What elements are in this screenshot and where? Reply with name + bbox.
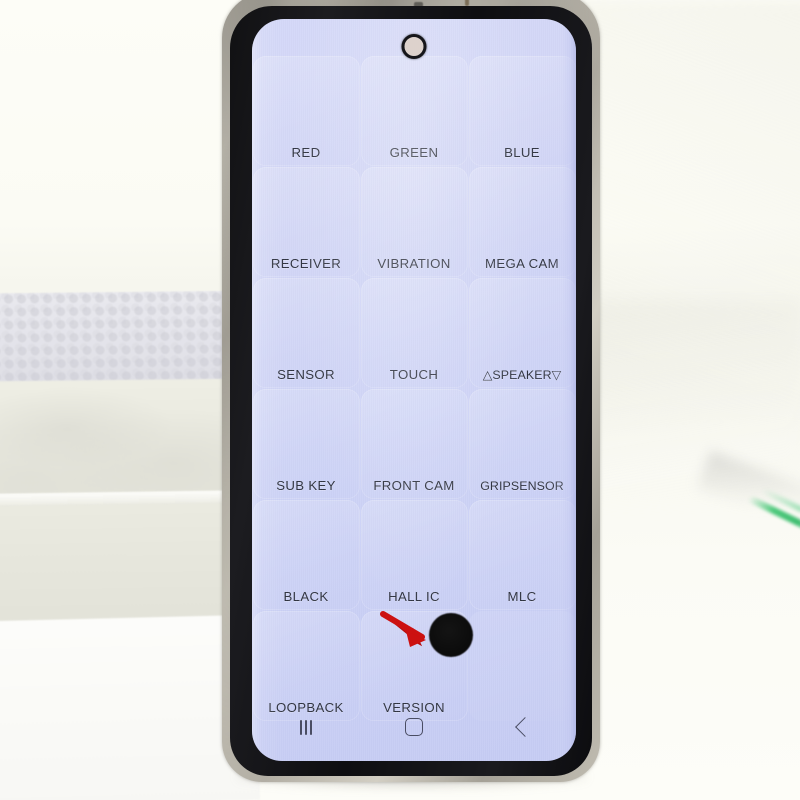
annotation-arrow-icon <box>380 611 426 647</box>
test-button-blue[interactable]: BLUE <box>468 55 576 166</box>
recents-icon <box>299 719 313 735</box>
test-button-vibration[interactable]: VIBRATION <box>360 166 468 277</box>
test-button-loopback[interactable]: LOOPBACK <box>252 610 360 721</box>
back-chevron-icon <box>514 717 535 737</box>
test-button-sub-key[interactable]: SUB KEY <box>252 388 360 499</box>
test-button-label: SENSOR <box>277 366 335 382</box>
test-button-empty <box>468 610 576 721</box>
test-button-label: TOUCH <box>389 366 439 382</box>
test-button-touch[interactable]: TOUCH <box>360 277 468 388</box>
test-button-green[interactable]: GREEN <box>360 55 468 166</box>
test-button-black[interactable]: BLACK <box>252 499 360 610</box>
test-button-red[interactable]: RED <box>252 55 360 166</box>
test-button-label: RECEIVER <box>270 255 342 271</box>
test-button-label: MEGA CAM <box>485 255 559 271</box>
styrofoam-block-top <box>0 290 251 390</box>
screenshot-scene: RED GREEN BLUE RECEIVER VIBRATION MEGA C… <box>0 0 800 800</box>
smartphone-device: RED GREEN BLUE RECEIVER VIBRATION MEGA C… <box>222 0 600 782</box>
styrofoam-block-lower <box>0 502 255 628</box>
home-icon <box>405 718 423 736</box>
nav-back-button[interactable] <box>500 713 544 741</box>
test-button-label: △SPEAKER▽ <box>482 367 562 382</box>
test-button-label: BLACK <box>283 588 329 604</box>
test-button-label: GRIPSENSOR <box>480 478 564 493</box>
test-button-mega-cam[interactable]: MEGA CAM <box>468 166 576 277</box>
nav-home-button[interactable] <box>392 713 436 741</box>
test-button-hall-ic[interactable]: HALL IC <box>360 499 468 610</box>
android-navigation-bar <box>252 707 576 747</box>
test-button-label: BLUE <box>504 144 540 160</box>
test-button-speaker[interactable]: △SPEAKER▽ <box>468 277 576 388</box>
punch-hole-front-camera-icon <box>401 34 427 59</box>
test-button-label: HALL IC <box>388 588 440 604</box>
test-button-sensor[interactable]: SENSOR <box>252 277 360 388</box>
nav-recents-button[interactable] <box>284 713 328 741</box>
test-button-label: SUB KEY <box>276 477 336 493</box>
test-button-gripsensor[interactable]: GRIPSENSOR <box>468 388 576 499</box>
styrofoam-block-middle <box>0 378 253 500</box>
test-button-mlc[interactable]: MLC <box>468 499 576 610</box>
test-button-front-cam[interactable]: FRONT CAM <box>360 388 468 499</box>
test-button-label: VIBRATION <box>377 255 451 271</box>
test-button-label: GREEN <box>389 144 439 160</box>
test-button-label: MLC <box>507 588 537 604</box>
test-button-label: FRONT CAM <box>373 477 455 493</box>
test-button-receiver[interactable]: RECEIVER <box>252 166 360 277</box>
test-button-label: RED <box>291 144 321 160</box>
phone-screen[interactable]: RED GREEN BLUE RECEIVER VIBRATION MEGA C… <box>252 19 576 761</box>
